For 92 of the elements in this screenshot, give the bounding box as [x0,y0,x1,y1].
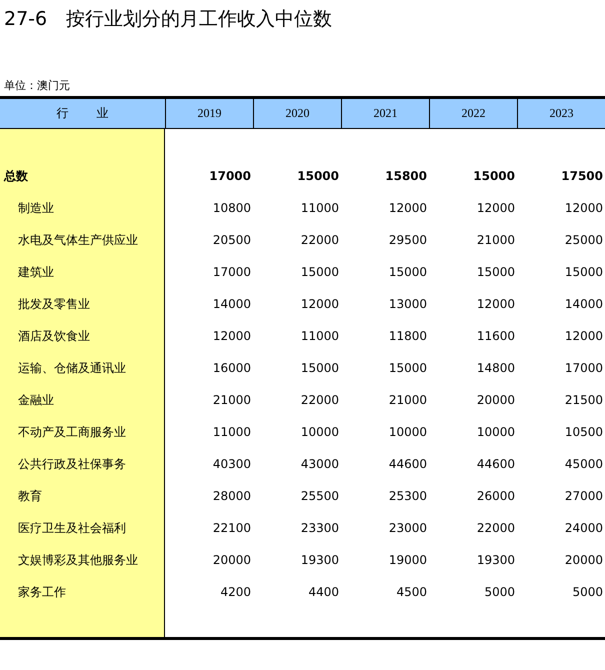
table-cell-text: 22100 [212,521,252,535]
row-label: 家务工作 [17,584,66,600]
table-cell-text: 10000 [388,425,428,439]
table-cell-text: 12000 [564,329,604,343]
table-cell-text: 13000 [388,297,428,311]
table-cell-text: 28000 [212,489,252,503]
row-label: 公共行政及社保事务 [17,456,126,472]
table-cell-text: 4400 [308,585,340,599]
table-cell-text: 20000 [564,553,604,567]
table-cell-text: 12000 [476,297,516,311]
table-cell-text: 20500 [212,233,252,247]
table-cell-text: 15800 [385,169,428,183]
table-cell-text: 19300 [300,553,340,567]
unit-label: 单位：澳门元 [3,78,71,94]
table-cell-text: 15000 [300,265,340,279]
row-label: 水电及气体生产供应业 [17,232,138,248]
row-label: 批发及零售业 [17,296,90,312]
table-cell-text: 25500 [300,489,340,503]
column-header: 行 业 [56,105,110,122]
table-cell-text: 20000 [476,393,516,407]
table-cell-text: 22000 [476,521,516,535]
column-header: 2023 [517,99,605,128]
table-cell-text: 21500 [564,393,604,407]
table-cell-text: 22000 [300,393,340,407]
table-cell-text: 17500 [561,169,604,183]
row-label: 文娱博彩及其他服务业 [17,552,138,568]
table-cell-text: 10000 [300,425,340,439]
row-label: 制造业 [17,200,54,216]
table-cell-text: 12000 [476,201,516,215]
table-cell-text: 10800 [212,201,252,215]
row-label: 不动产及工商服务业 [17,424,126,440]
table-cell-text: 25000 [564,233,604,247]
table-cell-text: 12000 [212,329,252,343]
table-cell-text: 15000 [300,361,340,375]
table-cell-text: 27000 [564,489,604,503]
table-cell-text: 4200 [220,585,252,599]
table-cell-text: 17000 [212,265,252,279]
table-cell-text: 12000 [388,201,428,215]
table-cell-text: 14000 [564,297,604,311]
table-cell-text: 20000 [212,553,252,567]
table-cell-text: 15000 [297,169,340,183]
table-cell-text: 11000 [300,329,340,343]
table-cell-text: 19300 [476,553,516,567]
table-cell-text: 5000 [484,585,516,599]
row-label: 医疗卫生及社会福利 [17,520,126,536]
table-cell-text: 11800 [388,329,428,343]
column-header: 2019 [165,99,253,128]
table-cell-text: 11600 [476,329,516,343]
table-cell-text: 17000 [564,361,604,375]
table-cell-text: 5000 [572,585,604,599]
table-cell-text: 15000 [388,361,428,375]
column-header: 2021 [341,99,429,128]
table-cell-text: 4500 [396,585,428,599]
table-cell-text: 11000 [212,425,252,439]
table-cell-text: 23000 [388,521,428,535]
table-cell-text: 21000 [476,233,516,247]
table-title: 27-6 按行业划分的月工作收入中位数 [3,7,334,32]
table-cell-text: 17000 [209,169,252,183]
column-header: 2022 [429,99,517,128]
row-label: 金融业 [17,392,54,408]
table-cell-text: 43000 [300,457,340,471]
table-cell-text: 19000 [388,553,428,567]
row-label: 运输、仓储及通讯业 [17,360,126,376]
table-cell-text: 24000 [564,521,604,535]
row-label: 酒店及饮食业 [17,328,90,344]
table-cell-text: 15000 [473,169,516,183]
column-header: 2020 [253,99,341,128]
table-cell-text: 12000 [300,297,340,311]
table-cell-text: 16000 [212,361,252,375]
table-cell-text: 15000 [476,265,516,279]
table-cell-text: 22000 [300,233,340,247]
table-cell-text: 45000 [564,457,604,471]
table-cell-text: 23300 [300,521,340,535]
table-cell-text: 40300 [212,457,252,471]
table-cell-text: 15000 [388,265,428,279]
table-cell-text: 44600 [476,457,516,471]
table-cell-text: 10500 [564,425,604,439]
row-label: 教育 [17,488,42,504]
table-cell-text: 21000 [212,393,252,407]
table-cell-text: 10000 [476,425,516,439]
table-cell-text: 26000 [476,489,516,503]
row-label: 建筑业 [17,264,54,280]
table-cell-text: 14000 [212,297,252,311]
table-cell-text: 15000 [564,265,604,279]
table-cell-text: 29500 [388,233,428,247]
table-cell-text: 12000 [564,201,604,215]
table-cell-text: 25300 [388,489,428,503]
table-cell-text: 11000 [300,201,340,215]
table-cell-text: 44600 [388,457,428,471]
table-cell-text: 21000 [388,393,428,407]
row-label: 总数 [2,168,28,184]
table-cell-text: 14800 [476,361,516,375]
